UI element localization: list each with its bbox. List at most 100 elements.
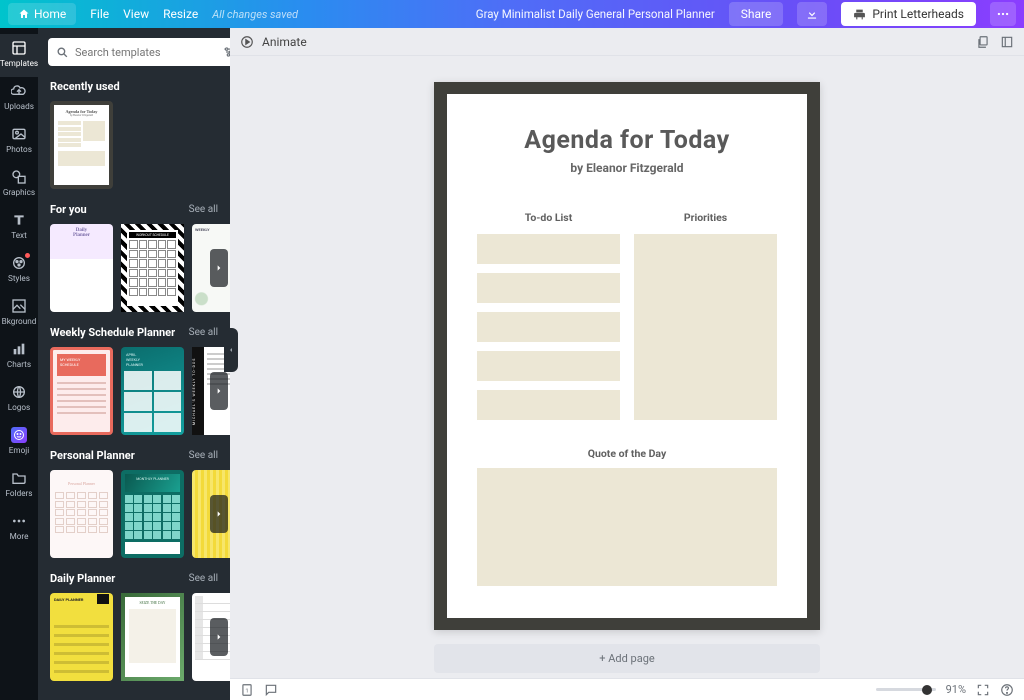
search-field[interactable] bbox=[75, 46, 215, 59]
home-icon bbox=[18, 8, 30, 20]
nav-styles[interactable]: Styles bbox=[0, 249, 38, 292]
svg-text:1: 1 bbox=[245, 688, 248, 694]
section-for-you: For you bbox=[50, 203, 87, 216]
filter-icon[interactable] bbox=[221, 44, 230, 60]
todo-item[interactable] bbox=[477, 234, 620, 264]
animate-button[interactable]: Animate bbox=[262, 35, 307, 49]
section-weekly-schedule: Weekly Schedule Planner bbox=[50, 326, 175, 339]
print-label: Print Letterheads bbox=[872, 7, 964, 21]
page-manager-button[interactable]: 1 bbox=[240, 683, 254, 697]
nav-bkground[interactable]: Bkground bbox=[0, 292, 38, 335]
nav-logos[interactable]: Logos bbox=[0, 378, 38, 421]
resize-menu[interactable]: Resize bbox=[163, 7, 198, 21]
quote-title[interactable]: Quote of the Day bbox=[477, 447, 777, 460]
nav-templates[interactable]: Templates bbox=[0, 34, 38, 77]
template-thumb[interactable]: Personal Planner bbox=[50, 470, 113, 558]
nav-photos[interactable]: Photos bbox=[0, 120, 38, 163]
logos-icon bbox=[11, 384, 27, 400]
zoom-slider[interactable] bbox=[876, 688, 936, 691]
left-nav: Templates Uploads Photos Graphics Text S… bbox=[0, 28, 38, 700]
zoom-slider-thumb[interactable] bbox=[922, 685, 932, 695]
dots-horizontal-icon bbox=[11, 513, 27, 529]
carousel-next-button[interactable] bbox=[210, 249, 228, 287]
nav-charts[interactable]: Charts bbox=[0, 335, 38, 378]
graphics-icon bbox=[11, 169, 27, 185]
todo-item[interactable] bbox=[477, 312, 620, 342]
help-button[interactable] bbox=[1000, 683, 1014, 697]
quote-box[interactable] bbox=[477, 468, 777, 586]
template-thumb[interactable]: MY WEEKLYSCHEDULE bbox=[50, 347, 113, 435]
print-letterheads-button[interactable]: Print Letterheads bbox=[841, 2, 976, 26]
template-thumb[interactable]: SEIZE THE DAY bbox=[121, 593, 184, 681]
uploads-icon bbox=[11, 83, 27, 99]
see-all-link[interactable]: See all bbox=[189, 573, 218, 584]
expand-page-button[interactable] bbox=[1000, 35, 1014, 49]
add-page-button[interactable]: + Add page bbox=[434, 644, 820, 673]
home-label: Home bbox=[34, 7, 66, 21]
zoom-level[interactable]: 91% bbox=[946, 683, 966, 696]
collapse-panel-button[interactable] bbox=[224, 328, 238, 372]
nav-uploads[interactable]: Uploads bbox=[0, 77, 38, 120]
priorities-box[interactable] bbox=[634, 234, 777, 420]
nav-emoji[interactable]: Emoji bbox=[0, 421, 38, 464]
section-personal-planner: Personal Planner bbox=[50, 449, 135, 462]
nav-label: Emoji bbox=[9, 446, 29, 456]
printer-icon bbox=[853, 8, 866, 21]
see-all-link[interactable]: See all bbox=[189, 450, 218, 461]
template-thumb[interactable]: WORKOUT SCHEDULE bbox=[121, 224, 184, 312]
emoji-icon bbox=[11, 427, 27, 443]
nav-graphics[interactable]: Graphics bbox=[0, 163, 38, 206]
templates-icon bbox=[11, 40, 27, 56]
background-icon bbox=[11, 298, 27, 314]
view-menu[interactable]: View bbox=[123, 7, 149, 21]
nav-label: Graphics bbox=[3, 188, 35, 198]
carousel-next-button[interactable] bbox=[210, 495, 228, 533]
nav-label: Templates bbox=[0, 59, 38, 69]
file-menu[interactable]: File bbox=[90, 7, 109, 21]
nav-label: More bbox=[10, 532, 29, 542]
notes-button[interactable] bbox=[264, 683, 278, 697]
search-icon bbox=[56, 46, 69, 59]
charts-icon bbox=[11, 341, 27, 357]
animate-icon bbox=[240, 35, 254, 49]
carousel-next-button[interactable] bbox=[210, 372, 228, 410]
home-button[interactable]: Home bbox=[8, 3, 76, 25]
template-thumb[interactable]: DailyPlanner bbox=[50, 224, 113, 312]
document-title[interactable]: Gray Minimalist Daily General Personal P… bbox=[476, 7, 715, 21]
see-all-link[interactable]: See all bbox=[189, 204, 218, 215]
share-button[interactable]: Share bbox=[729, 2, 784, 26]
download-button[interactable] bbox=[797, 2, 827, 26]
todo-item[interactable] bbox=[477, 390, 620, 420]
template-thumb[interactable]: Agenda for Today by Eleanor Fitzgerald bbox=[50, 101, 113, 189]
template-thumb[interactable]: APRILWEEKLYPLANNER bbox=[121, 347, 184, 435]
search-templates-input[interactable] bbox=[48, 38, 230, 66]
nav-folders[interactable]: Folders bbox=[0, 464, 38, 507]
nav-label: Logos bbox=[8, 403, 31, 413]
doc-subtitle[interactable]: by Eleanor Fitzgerald bbox=[477, 161, 777, 175]
todo-list-title[interactable]: To-do List bbox=[477, 211, 620, 224]
section-daily-planner: Daily Planner bbox=[50, 572, 115, 585]
dots-horizontal-icon bbox=[996, 7, 1010, 21]
styles-icon bbox=[11, 255, 27, 271]
canvas-page[interactable]: Agenda for Today by Eleanor Fitzgerald T… bbox=[434, 82, 820, 630]
doc-heading[interactable]: Agenda for Today bbox=[477, 126, 777, 155]
more-menu-button[interactable] bbox=[990, 2, 1016, 26]
todo-item[interactable] bbox=[477, 273, 620, 303]
template-thumb[interactable]: MONTHLY PLANNER bbox=[121, 470, 184, 558]
priorities-title[interactable]: Priorities bbox=[634, 211, 777, 224]
see-all-link[interactable]: See all bbox=[189, 327, 218, 338]
nav-label: Folders bbox=[5, 489, 32, 499]
nav-label: Uploads bbox=[4, 102, 34, 112]
nav-text[interactable]: Text bbox=[0, 206, 38, 249]
template-thumb[interactable]: DAILY PLANNER bbox=[50, 593, 113, 681]
fullscreen-button[interactable] bbox=[976, 683, 990, 697]
nav-more[interactable]: More bbox=[0, 507, 38, 550]
nav-label: Text bbox=[11, 231, 27, 241]
carousel-next-button[interactable] bbox=[210, 618, 228, 656]
download-icon bbox=[805, 7, 819, 21]
duplicate-page-button[interactable] bbox=[976, 35, 990, 49]
nav-label: Photos bbox=[6, 145, 32, 155]
nav-label: Charts bbox=[7, 360, 31, 370]
todo-item[interactable] bbox=[477, 351, 620, 381]
nav-label: Styles bbox=[8, 274, 30, 284]
